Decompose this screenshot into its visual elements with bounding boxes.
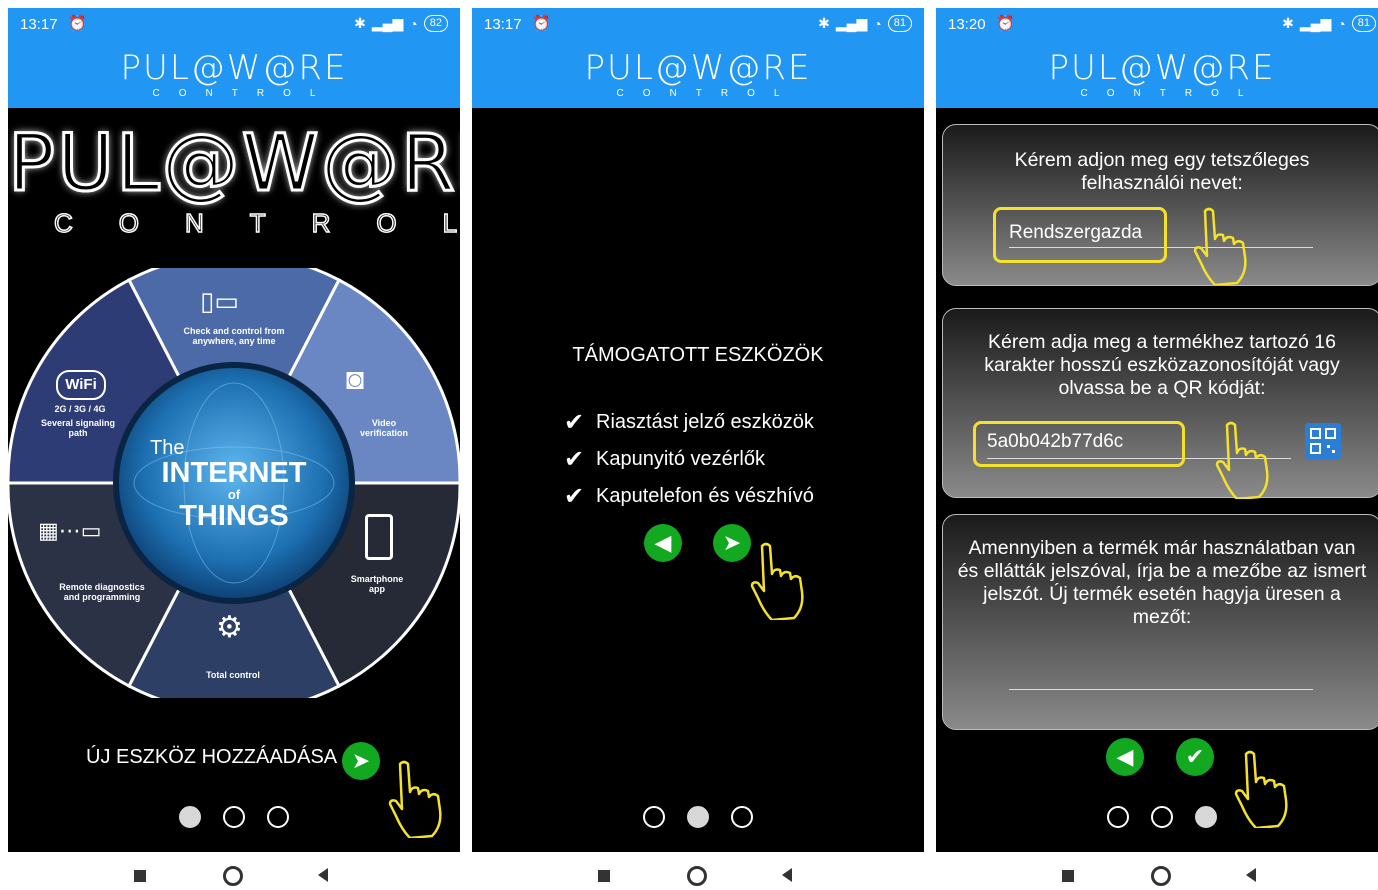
wifi-icon: ◔ [873,15,882,32]
seg-label-check-control: Check and control from anywhere, any tim… [183,326,285,346]
check-icon: ✔ [564,446,585,473]
status-time: 13:17 [20,16,58,33]
app-header: PUL@W@RE CONTROL [936,42,1378,108]
seg-label-remote-diagnostics: Remote diagnostics and programming [59,582,145,602]
password-card: Amennyiben a termék már használatban van… [942,514,1378,730]
page-dot-1[interactable] [1107,806,1129,828]
bluetooth-icon: ✱ [1282,15,1294,31]
page-dot-2[interactable] [1151,806,1173,828]
signal-icon: ▂▄▆ [835,15,868,31]
signal-icon: ▂▄▆ [1299,15,1332,31]
home-icon[interactable] [1151,866,1171,886]
back-button[interactable]: ◀ [1106,738,1144,776]
pointing-hand-icon [1193,207,1247,285]
username-highlight [993,207,1167,263]
recents-icon[interactable] [1062,870,1074,882]
wifi-icon: ◔ [1337,15,1346,32]
device-id-card: Kérem adja meg a termékhez tartozó 16 ka… [942,308,1378,499]
system-nav-bar [8,864,460,890]
back-nav-icon[interactable] [318,868,328,882]
gear-hands-icon: ⚙ [216,611,243,644]
page-dot-2[interactable] [223,806,245,828]
password-underline [1009,689,1313,690]
system-nav-bar [472,864,924,890]
wifi-badge-icon: WiFi [56,370,106,400]
alarm-icon: ⏰ [532,15,551,32]
device-id-prompt: Kérem adja meg a termékhez tartozó 16 ka… [984,331,1340,399]
back-nav-icon[interactable] [1246,868,1256,882]
add-device-button[interactable]: ➤ [342,742,380,780]
status-time: 13:20 [948,16,986,33]
username-prompt: Kérem adjon meg egy tetszőleges felhaszn… [1014,149,1310,194]
check-icon: ✔ [564,409,585,436]
splash-logo: PUL@W@RE CONTROL [8,119,460,239]
page-indicator [472,806,924,828]
seg-label-smartphone: Smartphone app [350,574,404,594]
username-card: Kérem adjon meg egy tetszőleges felhaszn… [942,124,1378,286]
list-item: ✔ Riasztást jelző eszközök [564,409,814,436]
back-nav-icon[interactable] [782,868,792,882]
phone-computer-icon: ▯▭ [200,286,239,316]
page-dot-3[interactable] [731,806,753,828]
app-logo: PUL@W@RE CONTROL [1048,48,1276,99]
supported-devices-list: ✔ Riasztást jelző eszközök ✔ Kapunyitó vez… [564,404,814,515]
page-dot-1[interactable] [643,806,665,828]
seg-label-signaling: Several signaling path [40,418,116,438]
pointing-hand-icon [1215,421,1269,499]
page-indicator [936,806,1378,828]
smartphone-icon [365,514,393,560]
recents-icon[interactable] [598,870,610,882]
seg-label-speeds: 2G / 3G / 4G [54,404,106,414]
status-bar: 13:20 ⏰ ✱ ▂▄▆ ◔ 81 [936,8,1378,42]
phone-screen-device-setup: 13:20 ⏰ ✱ ▂▄▆ ◔ 81 PUL@W@RE CONTROL Kére… [936,8,1378,852]
seg-label-video: Video verification [359,418,408,438]
alarm-icon: ⏰ [996,15,1015,32]
page-dot-3[interactable] [1195,806,1217,828]
list-item: ✔ Kapunyitó vezérlők [564,446,765,473]
phone-screen-supported-devices: 13:17 ⏰ ✱ ▂▄▆ ◔ 81 PUL@W@RE CONTROL TÁMO… [472,8,924,852]
app-header: PUL@W@RE CONTROL [8,42,460,108]
battery-icon: 81 [887,15,912,32]
signal-icon: ▂▄▆ [371,15,404,31]
phone-screen-welcome: 13:17 ⏰ ✱ ▂▄▆ ◔ 82 PUL@W@RE CONTROL PUL@… [8,8,460,852]
device-id-highlight [973,421,1185,467]
status-bar: 13:17 ⏰ ✱ ▂▄▆ ◔ 82 [8,8,460,42]
app-logo: PUL@W@RE CONTROL [584,48,812,99]
app-header: PUL@W@RE CONTROL [472,42,924,108]
home-icon[interactable] [687,866,707,886]
password-field[interactable] [1009,665,1313,689]
password-prompt: Amennyiben a termék már használatban van… [957,537,1367,628]
app-logo: PUL@W@RE CONTROL [120,48,348,99]
home-icon[interactable] [223,866,243,886]
wifi-icon: ◔ [409,15,418,32]
pointing-hand-icon [750,542,804,620]
system-nav-bar [936,864,1378,890]
battery-icon: 82 [423,15,448,32]
add-device-label[interactable]: ÚJ ESZKÖZ HOZZÁADÁSA [86,746,337,769]
confirm-button[interactable]: ✔ [1176,738,1214,776]
qr-code-icon [1310,428,1336,454]
seg-label-total-control: Total control [206,670,260,680]
recents-icon[interactable] [134,870,146,882]
status-bar: 13:17 ⏰ ✱ ▂▄▆ ◔ 81 [472,8,924,42]
iot-center-label: The INTERNET of THINGS [150,437,307,532]
back-button[interactable]: ◀ [644,524,682,562]
battery-icon: 81 [1351,15,1376,32]
status-time: 13:17 [484,16,522,33]
remote-diagnostics-icon: ▦⋯▭ [38,518,102,543]
page-dot-2[interactable] [687,806,709,828]
list-item: ✔ Kaputelefon és vészhívó [564,483,814,510]
camera-icon: ◙ [346,363,365,396]
bluetooth-icon: ✱ [818,15,830,31]
page-dot-3[interactable] [267,806,289,828]
next-button[interactable]: ➤ [713,524,751,562]
page-indicator [8,806,460,828]
check-icon: ✔ [564,483,585,510]
supported-devices-title: TÁMOGATOTT ESZKÖZÖK [572,344,824,366]
bluetooth-icon: ✱ [354,15,366,31]
page-dot-1[interactable] [179,806,201,828]
qr-scan-button[interactable] [1305,423,1341,459]
alarm-icon: ⏰ [68,15,87,32]
